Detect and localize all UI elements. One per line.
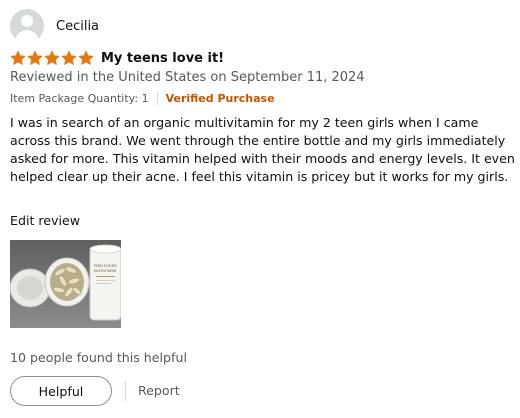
review-meta: Item Package Quantity: 1 Verified Purcha… — [10, 92, 275, 105]
review-body: I was in search of an organic multivitam… — [10, 115, 515, 184]
star-icon — [10, 50, 26, 65]
report-link[interactable]: Report — [138, 383, 180, 398]
action-divider — [125, 381, 126, 401]
star-icon — [78, 50, 94, 65]
bottle-label-line-1: TEEN FOODS — [92, 264, 117, 268]
star-rating — [10, 50, 94, 66]
edit-review-link[interactable]: Edit review — [10, 213, 80, 228]
star-icon — [44, 50, 60, 65]
rating-row: My teens love it! — [10, 48, 224, 68]
review-title[interactable]: My teens love it! — [101, 51, 224, 66]
review-photo[interactable]: TEEN FOODS MULTIVITAMIN — [10, 240, 121, 328]
verified-purchase-badge: Verified Purchase — [165, 92, 275, 105]
review-photo-illustration: TEEN FOODS MULTIVITAMIN — [10, 240, 121, 328]
avatar — [10, 9, 44, 43]
item-package-quantity: Item Package Quantity: 1 — [10, 92, 149, 105]
reviewer-name[interactable]: Cecilia — [56, 19, 99, 34]
meta-divider — [156, 92, 158, 105]
star-icon — [61, 50, 77, 65]
avatar-head-shape — [21, 15, 33, 27]
helpful-count: 10 people found this helpful — [10, 350, 187, 365]
avatar-body-shape — [15, 30, 39, 43]
bottle-label-line-2: MULTIVITAMIN — [94, 269, 117, 273]
star-icon — [27, 50, 43, 65]
helpful-button[interactable]: Helpful — [10, 376, 112, 406]
review-date: Reviewed in the United States on Septemb… — [10, 70, 365, 85]
